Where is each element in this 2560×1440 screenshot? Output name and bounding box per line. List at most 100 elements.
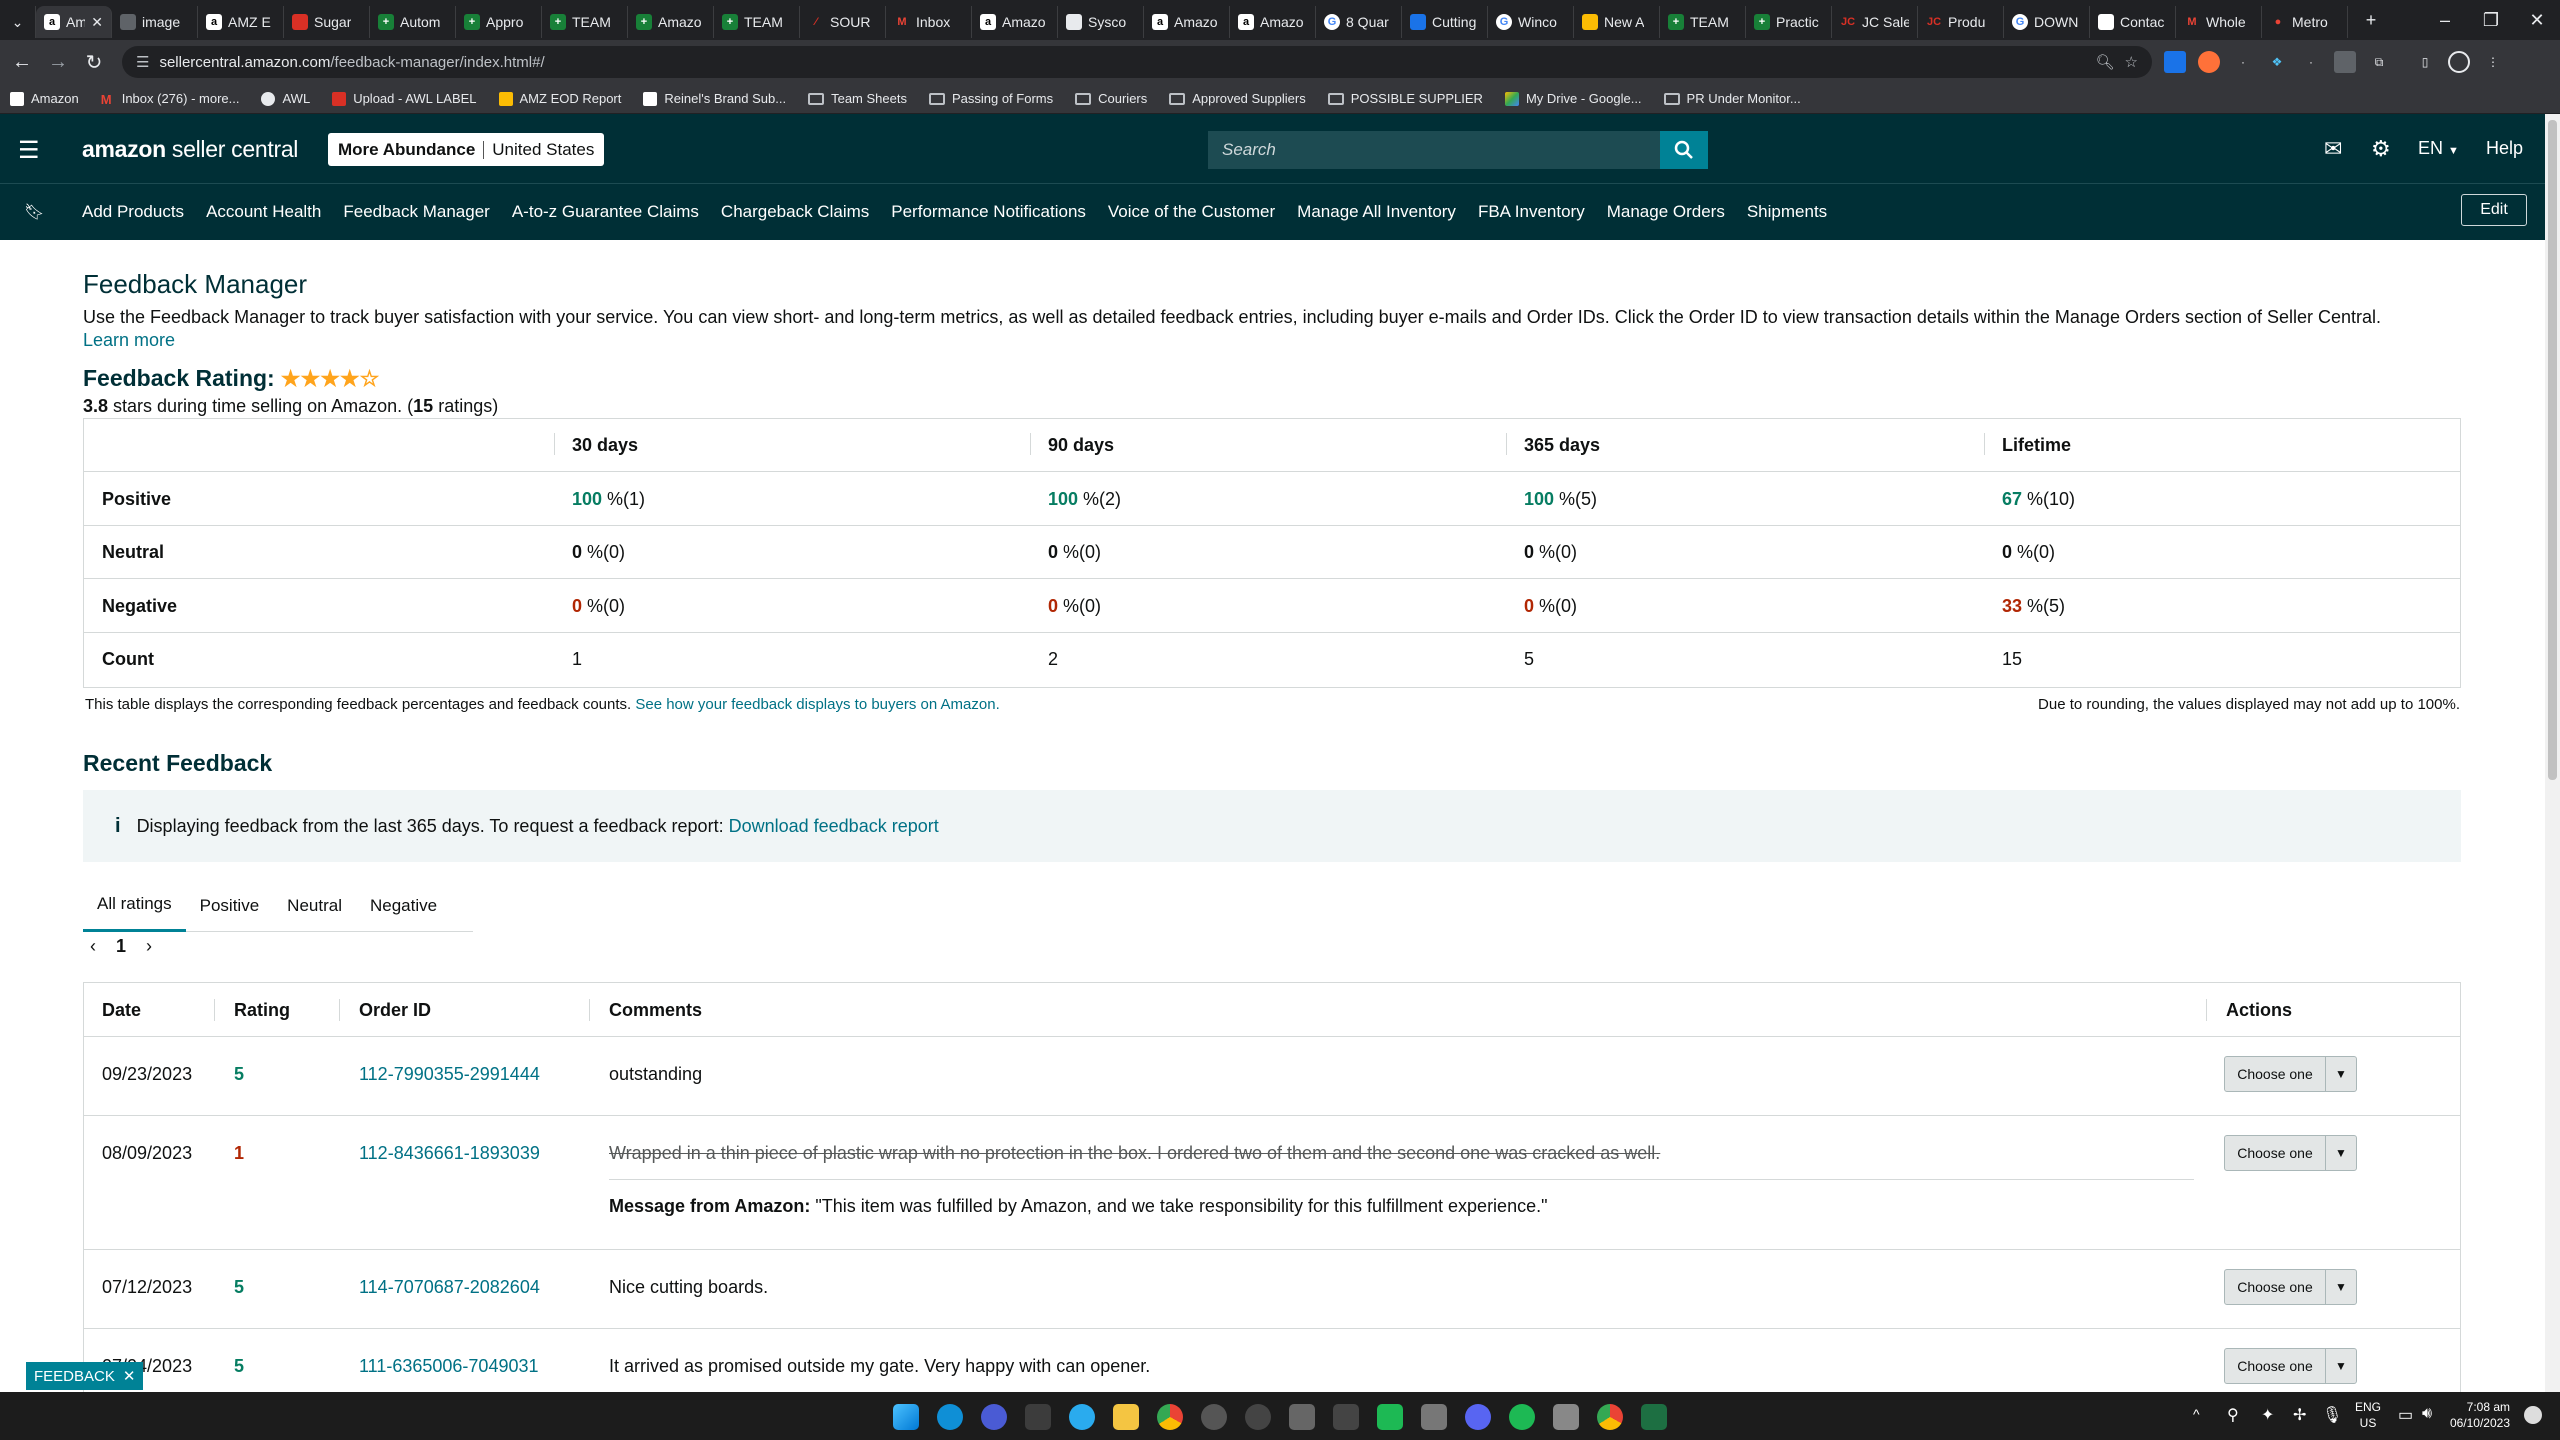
app-icon[interactable]	[1377, 1404, 1403, 1430]
bookmark-star-icon[interactable]: ☆	[2125, 53, 2138, 71]
extension-icon[interactable]	[2198, 51, 2220, 73]
bookmark-folder[interactable]: Approved Suppliers	[1169, 91, 1306, 106]
chevron-left-icon[interactable]: ‹	[90, 936, 96, 957]
browser-tab[interactable]: M Inbox	[886, 6, 972, 38]
close-icon[interactable]: ✕	[123, 1367, 136, 1385]
app-icon[interactable]	[1553, 1404, 1579, 1430]
back-icon[interactable]: ←	[4, 51, 40, 74]
side-panel-icon[interactable]: ▯	[2414, 51, 2436, 73]
reload-icon[interactable]: ↻	[76, 50, 112, 75]
browser-tab[interactable]: Cutting	[1402, 6, 1488, 38]
tab-negative[interactable]: Negative	[356, 880, 451, 932]
browser-tab[interactable]: M Whole	[2176, 6, 2262, 38]
nav-manage-orders[interactable]: Manage Orders	[1607, 202, 1725, 222]
action-dropdown[interactable]: Choose one ▼	[2224, 1135, 2357, 1171]
profile-avatar[interactable]	[2448, 51, 2470, 73]
seller-central-logo[interactable]: amazon seller central	[82, 136, 298, 163]
notification-icon[interactable]	[2524, 1406, 2542, 1424]
extensions-puzzle-icon[interactable]: ⧉	[2368, 51, 2390, 73]
excel-icon[interactable]	[1641, 1404, 1667, 1430]
app-icon[interactable]	[981, 1404, 1007, 1430]
nav-manage-all-inventory[interactable]: Manage All Inventory	[1297, 202, 1456, 222]
browser-tab[interactable]: a AMZ E	[198, 6, 284, 38]
page-number[interactable]: 1	[116, 936, 126, 957]
help-link[interactable]: Help	[2486, 138, 2523, 159]
order-id-link[interactable]: 111-6365006-7049031	[359, 1356, 539, 1377]
spotify-icon[interactable]	[1509, 1404, 1535, 1430]
windows-start-icon[interactable]	[893, 1404, 919, 1430]
browser-tab[interactable]: a Amazo	[1230, 6, 1316, 38]
address-bar[interactable]: ☰ sellercentral.amazon.com/feedback-mana…	[122, 46, 2152, 78]
calculator-icon[interactable]	[1025, 1404, 1051, 1430]
browser-tab[interactable]: + Amazo	[628, 6, 714, 38]
marketplace-switcher[interactable]: More Abundance United States	[328, 133, 605, 166]
buyer-display-link[interactable]: See how your feedback displays to buyers…	[635, 696, 999, 713]
close-tab-icon[interactable]: ✕	[91, 14, 103, 31]
bookmark-item[interactable]: Amazon	[10, 91, 79, 106]
app-icon[interactable]	[1333, 1404, 1359, 1430]
app-icon[interactable]	[1421, 1404, 1447, 1430]
telegram-icon[interactable]	[1069, 1404, 1095, 1430]
chrome-icon[interactable]	[1597, 1404, 1623, 1430]
forward-icon[interactable]: →	[40, 51, 76, 74]
app-icon[interactable]	[1201, 1404, 1227, 1430]
bookmark-icon[interactable]: 🔖︎	[0, 202, 82, 222]
browser-tab[interactable]: + TEAM	[714, 6, 800, 38]
order-id-link[interactable]: 112-8436661-1893039	[359, 1143, 540, 1164]
bookmark-folder[interactable]: PR Under Monitor...	[1663, 91, 1801, 106]
network-icon[interactable]: ▭	[2398, 1405, 2413, 1425]
app-icon[interactable]	[1245, 1404, 1271, 1430]
discord-icon[interactable]	[1465, 1404, 1491, 1430]
bookmark-item[interactable]: M Inbox (276) - more...	[101, 91, 240, 107]
nav-feedback-manager[interactable]: Feedback Manager	[343, 202, 489, 222]
browser-tab[interactable]: + Autom	[370, 6, 456, 38]
download-report-link[interactable]: Download feedback report	[729, 816, 939, 837]
browser-tab[interactable]: Sugar	[284, 6, 370, 38]
file-explorer-icon[interactable]	[1113, 1404, 1139, 1430]
browser-tab[interactable]: G Winco	[1488, 6, 1574, 38]
browser-tab[interactable]: ⁄ SOUR	[800, 6, 886, 38]
action-dropdown[interactable]: Choose one ▼	[2224, 1056, 2357, 1092]
browser-tab[interactable]: + TEAM	[1660, 6, 1746, 38]
tab-search-menu-icon[interactable]: ⌄	[0, 6, 36, 38]
learn-more-link[interactable]: Learn more	[83, 330, 175, 350]
browser-tab[interactable]: JC Produ	[1918, 6, 2004, 38]
nav-voice-of-customer[interactable]: Voice of the Customer	[1108, 202, 1275, 222]
nav-fba-inventory[interactable]: FBA Inventory	[1478, 202, 1585, 222]
minimize-icon[interactable]: –	[2422, 10, 2468, 31]
extension-icon[interactable]: ·	[2300, 51, 2322, 73]
tray-icon[interactable]: ✢	[2293, 1405, 2306, 1425]
close-window-icon[interactable]: ✕	[2514, 10, 2560, 31]
browser-tab[interactable]: + Practic	[1746, 6, 1832, 38]
bookmark-item[interactable]: My Drive - Google...	[1504, 91, 1642, 106]
new-tab-icon[interactable]: +	[2348, 10, 2394, 31]
microphone-icon[interactable]: 🎙︎	[2322, 1405, 2342, 1425]
chevron-right-icon[interactable]: ›	[146, 936, 152, 957]
browser-tab[interactable]: a Am ✕	[36, 6, 112, 38]
browser-tab[interactable]: + Appro	[456, 6, 542, 38]
hamburger-menu-icon[interactable]: ☰	[18, 136, 40, 165]
edge-icon[interactable]	[937, 1404, 963, 1430]
bookmark-folder[interactable]: Passing of Forms	[928, 91, 1053, 106]
action-dropdown[interactable]: Choose one ▼	[2224, 1348, 2357, 1384]
tray-chevron-icon[interactable]: ^	[2193, 1406, 2200, 1422]
browser-tab[interactable]: G DOWN	[2004, 6, 2090, 38]
extension-icon[interactable]: ❖	[2266, 51, 2288, 73]
feedback-widget-button[interactable]: FEEDBACK ✕	[26, 1362, 144, 1390]
zoom-icon[interactable]: 🔍︎	[2096, 53, 2115, 71]
search-input[interactable]	[1208, 131, 1660, 169]
settings-gear-icon[interactable]: ⚙	[2371, 136, 2391, 162]
extension-icon[interactable]: ·	[2232, 51, 2254, 73]
browser-tab[interactable]: Contac	[2090, 6, 2176, 38]
language-indicator[interactable]: ENG US	[2355, 1399, 2381, 1431]
tab-neutral[interactable]: Neutral	[273, 880, 356, 932]
bookmark-item[interactable]: Reinel's Brand Sub...	[643, 91, 786, 106]
browser-tab[interactable]: New A	[1574, 6, 1660, 38]
clock[interactable]: 7:08 am 06/10/2023	[2450, 1399, 2510, 1431]
browser-tab[interactable]: a Amazo	[972, 6, 1058, 38]
bookmark-folder[interactable]: Couriers	[1075, 91, 1147, 106]
browser-tab[interactable]: image	[112, 6, 198, 38]
edit-nav-button[interactable]: Edit	[2461, 194, 2527, 226]
extension-icon[interactable]	[2334, 51, 2356, 73]
chrome-icon[interactable]	[1157, 1404, 1183, 1430]
